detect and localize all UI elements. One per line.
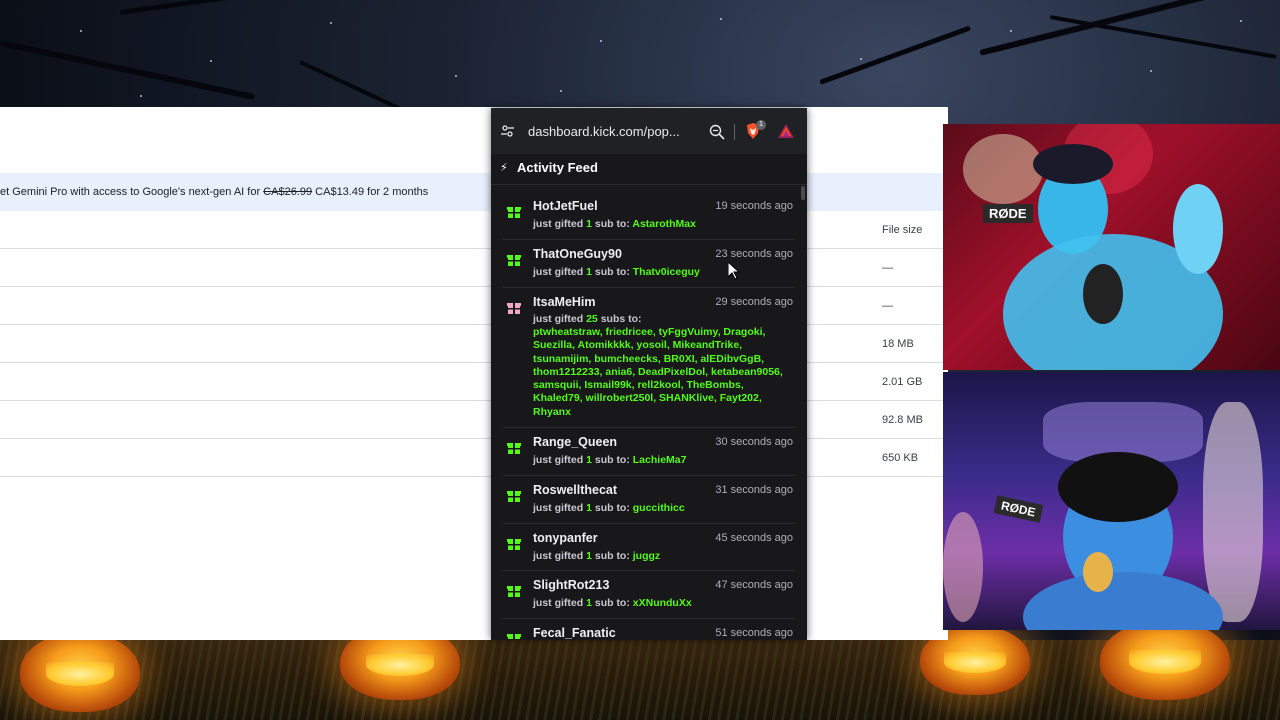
gifter-username[interactable]: SlightRot213 [533, 578, 609, 592]
event-time: 31 seconds ago [715, 484, 793, 496]
activity-feed-title: Activity Feed [517, 160, 598, 175]
event-time: 19 seconds ago [715, 200, 793, 212]
gifter-username[interactable]: ItsaMeHim [533, 295, 596, 309]
gift-text: just gifted [533, 597, 587, 609]
gift-icon [507, 491, 521, 502]
gift-unit: sub to: [591, 502, 633, 514]
gift-description: just gifted 1 sub to: xXNunduXx [533, 597, 692, 609]
gift-text: just gifted [533, 218, 587, 230]
file-size-cell: 650 KB [882, 452, 919, 464]
item-divider [503, 475, 795, 476]
gift-description: just gifted 1 sub to: Thatv0iceguy [533, 266, 700, 278]
item-divider [503, 618, 795, 619]
gift-unit: sub to: [591, 597, 633, 609]
header-divider [491, 184, 807, 185]
gift-recipient[interactable]: juggz [633, 550, 660, 562]
gift-recipient[interactable]: LachieMa7 [633, 454, 687, 466]
gift-icon [507, 586, 521, 597]
event-time: 47 seconds ago [715, 579, 793, 591]
item-divider [503, 523, 795, 524]
gift-text: just gifted [533, 313, 587, 325]
file-size-cell: 2.01 GB [882, 376, 923, 388]
gifter-username[interactable]: tonypanfer [533, 531, 598, 545]
event-time: 45 seconds ago [715, 532, 793, 544]
gift-text: just gifted [533, 502, 587, 514]
activity-feed-popup: dashboard.kick.com/pop... 1 ⚡ Activity F… [491, 108, 807, 640]
gift-description: just gifted 1 sub to: AstarothMax [533, 218, 696, 230]
gifter-username[interactable]: Fecal_Fanatic [533, 626, 616, 640]
gift-icon [507, 303, 521, 314]
toolbar-separator [734, 124, 735, 140]
gift-icon [507, 207, 521, 218]
gift-recipient[interactable]: guccithicc [633, 502, 685, 514]
gift-recipient[interactable]: xXNunduXx [633, 597, 692, 609]
grass-texture [0, 640, 1280, 720]
event-time: 23 seconds ago [715, 248, 793, 260]
gift-icon [507, 255, 521, 266]
gifter-username[interactable]: ThatOneGuy90 [533, 247, 622, 261]
file-size-column-header[interactable]: File size [882, 224, 922, 236]
promo-old-price: CA$26.99 [263, 186, 313, 198]
gifter-username[interactable]: Roswellthecat [533, 483, 617, 497]
mouse-cursor-icon [728, 262, 740, 280]
feed-scrollbar[interactable] [801, 186, 805, 200]
gift-description: just gifted 1 sub to: guccithicc [533, 502, 685, 514]
item-divider [503, 239, 795, 240]
gift-text: just gifted [533, 266, 587, 278]
shields-count-badge: 1 [756, 120, 766, 130]
pumpkin-left [20, 632, 140, 712]
webcam-feed-top: RØDE [943, 124, 1280, 370]
gifter-username[interactable]: Range_Queen [533, 435, 617, 449]
promo-new-price: CA$13.49 for 2 months [312, 186, 429, 198]
gift-icon [507, 634, 521, 640]
item-divider [503, 570, 795, 571]
gift-unit: sub to: [591, 266, 633, 278]
gift-count: 25 [586, 313, 598, 325]
zoom-icon[interactable] [709, 124, 725, 140]
gift-icon [507, 443, 521, 454]
gift-unit: subs to: [597, 313, 642, 325]
gift-recipient[interactable]: AstarothMax [632, 218, 696, 230]
file-size-cell: 92.8 MB [882, 414, 923, 426]
gift-unit: sub to: [591, 218, 633, 230]
event-time: 51 seconds ago [715, 627, 793, 639]
gifter-username[interactable]: HotJetFuel [533, 199, 598, 213]
gift-unit: sub to: [591, 550, 633, 562]
event-time: 30 seconds ago [715, 436, 793, 448]
brave-rewards-icon[interactable] [778, 124, 794, 138]
webcam-feed-bottom: RØDE [943, 372, 1280, 630]
gift-recipients-list[interactable]: ptwheatstraw, friedricee, tyFggVuimy, Dr… [533, 326, 795, 419]
file-size-cell: — [882, 300, 893, 312]
gift-description: just gifted 1 sub to: LachieMa7 [533, 454, 686, 466]
gift-description: just gifted 25 subs to: [533, 313, 642, 325]
gift-unit: sub to: [591, 454, 633, 466]
site-settings-icon[interactable] [501, 125, 514, 137]
file-size-cell: — [882, 262, 893, 274]
popup-url[interactable]: dashboard.kick.com/pop... [528, 124, 680, 139]
promo-text: et Gemini Pro with access to Google's ne… [0, 186, 264, 198]
mic-brand-label: RØDE [993, 495, 1044, 523]
activity-feed-header: ⚡ Activity Feed [491, 154, 807, 184]
gift-text: just gifted [533, 550, 587, 562]
item-divider [503, 427, 795, 428]
item-divider [503, 287, 795, 288]
file-size-cell: 18 MB [882, 338, 914, 350]
gift-description: just gifted 1 sub to: juggz [533, 550, 660, 562]
popup-address-bar: dashboard.kick.com/pop... 1 [491, 108, 807, 154]
mic-brand-label: RØDE [983, 204, 1033, 223]
gift-icon [507, 539, 521, 550]
pumpkin-right-2 [1100, 620, 1230, 700]
event-time: 29 seconds ago [715, 296, 793, 308]
gift-text: just gifted [533, 454, 587, 466]
lightning-icon: ⚡ [500, 162, 508, 174]
gift-recipient[interactable]: Thatv0iceguy [633, 266, 700, 278]
